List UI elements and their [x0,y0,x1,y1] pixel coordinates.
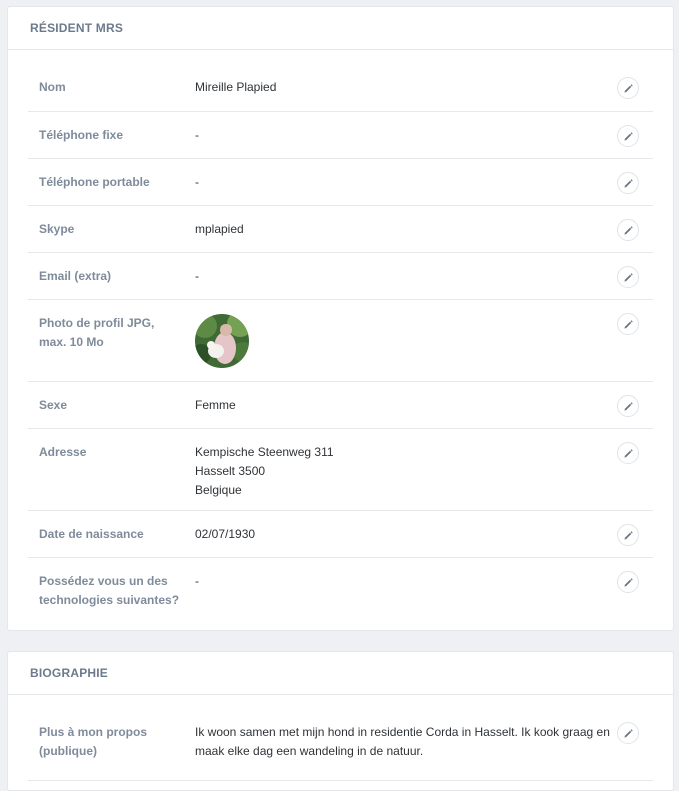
profile-photo [195,314,249,368]
edit-email-button[interactable] [617,266,639,288]
card-title: RÉSIDENT MRS [8,7,673,50]
field-label: Téléphone fixe [39,128,124,142]
pencil-icon [623,728,633,738]
field-row-nom: Nom Mireille Plapied [28,64,653,111]
pencil-icon [623,272,633,282]
pencil-icon [623,319,633,329]
field-label: Possédez vous un des technologies suivan… [39,574,180,607]
edit-telephone-portable-button[interactable] [617,172,639,194]
field-row-email-extra: Email (extra) - [28,252,653,299]
field-row-adresse: Adresse Kempische Steenweg 311 Hasselt 3… [28,428,653,510]
pencil-icon [623,83,633,93]
field-value [195,314,653,368]
field-value: - [195,574,199,588]
card-title: BIOGRAPHIE [8,652,673,695]
field-row-sexe: Sexe Femme [28,381,653,428]
pencil-icon [623,225,633,235]
pencil-icon [623,401,633,411]
edit-date-naissance-button[interactable] [617,524,639,546]
address-line: Kempische Steenweg 311 [195,445,334,459]
biography-field-list: Plus à mon propos (publique) Ik woon sam… [8,695,673,790]
biography-card: BIOGRAPHIE Plus à mon propos (publique) … [7,651,674,791]
field-label: Adresse [39,445,87,459]
field-value: Kempische Steenweg 311 Hasselt 3500 Belg… [195,443,653,500]
field-label: Sexe [39,398,68,412]
field-value: - [195,128,199,142]
field-row-date-naissance: Date de naissance 02/07/1930 [28,510,653,557]
edit-photo-button[interactable] [617,313,639,335]
field-label: Email (extra) [39,269,112,283]
field-row-telephone-portable: Téléphone portable - [28,158,653,205]
field-row-bio: Plus à mon propos (publique) Ik woon sam… [28,709,653,780]
field-label: Date de naissance [39,527,144,541]
field-label: Téléphone portable [39,175,150,189]
edit-bio-button[interactable] [617,722,639,744]
pencil-icon [623,530,633,540]
field-row-telephone-fixe: Téléphone fixe - [28,111,653,158]
field-value: mplapied [195,222,244,236]
pencil-icon [623,577,633,587]
edit-sexe-button[interactable] [617,395,639,417]
edit-adresse-button[interactable] [617,442,639,464]
field-value: - [195,269,199,283]
field-label: Photo de profil JPG, max. 10 Mo [39,316,155,349]
field-row-next [28,780,653,790]
field-row-skype: Skype mplapied [28,205,653,252]
field-label: Skype [39,222,75,236]
edit-telephone-fixe-button[interactable] [617,125,639,147]
field-value: - [195,175,199,189]
field-value: 02/07/1930 [195,527,256,541]
address-line: Hasselt 3500 [195,464,266,478]
edit-technologies-button[interactable] [617,571,639,593]
resident-card: RÉSIDENT MRS Nom Mireille Plapied Téléph… [7,6,674,631]
edit-nom-button[interactable] [617,77,639,99]
field-value: Ik woon samen met mijn hond in residenti… [195,725,610,758]
field-label: Nom [39,80,66,94]
field-value: Mireille Plapied [195,80,277,94]
pencil-icon [623,448,633,458]
field-row-photo-profil: Photo de profil JPG, max. 10 Mo [28,299,653,381]
pencil-icon [623,178,633,188]
field-row-technologies: Possédez vous un des technologies suivan… [28,557,653,624]
edit-skype-button[interactable] [617,219,639,241]
pencil-icon [623,131,633,141]
field-label: Plus à mon propos (publique) [39,725,148,758]
resident-field-list: Nom Mireille Plapied Téléphone fixe - Té… [8,50,673,624]
field-value: Femme [195,398,236,412]
address-line: Belgique [195,483,242,497]
